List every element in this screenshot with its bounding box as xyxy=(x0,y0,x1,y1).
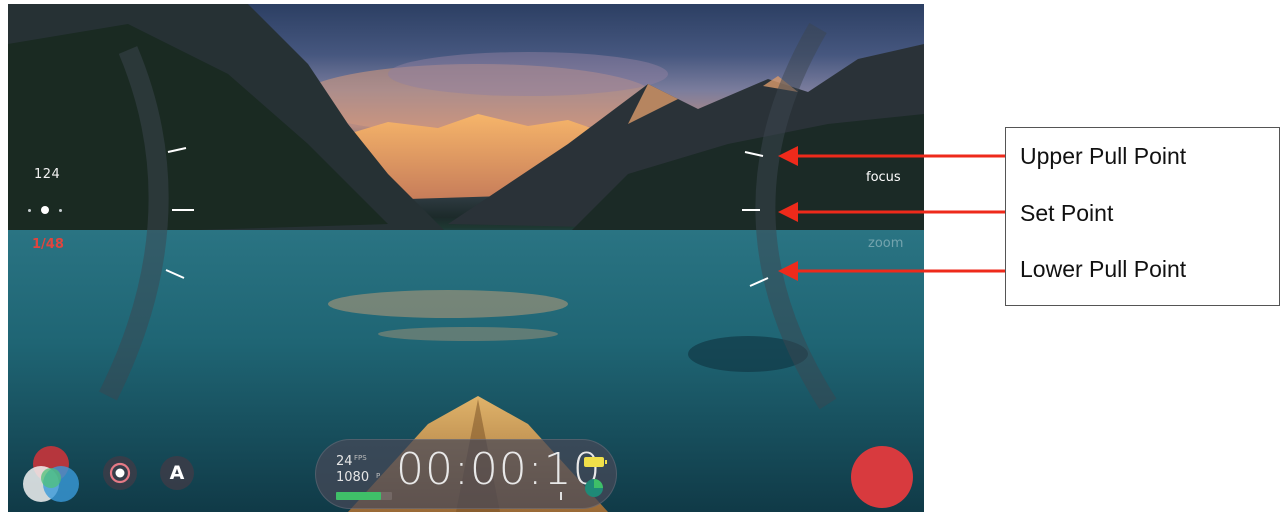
lower-pull-point-arrowhead xyxy=(778,261,798,281)
callout-lower-pull-point: Lower Pull Point xyxy=(1020,256,1187,282)
callout-set-point: Set Point xyxy=(1020,200,1114,226)
callout-upper-pull-point: Upper Pull Point xyxy=(1020,143,1187,169)
upper-pull-point-arrowhead xyxy=(778,146,798,166)
set-point-arrowhead xyxy=(778,202,798,222)
